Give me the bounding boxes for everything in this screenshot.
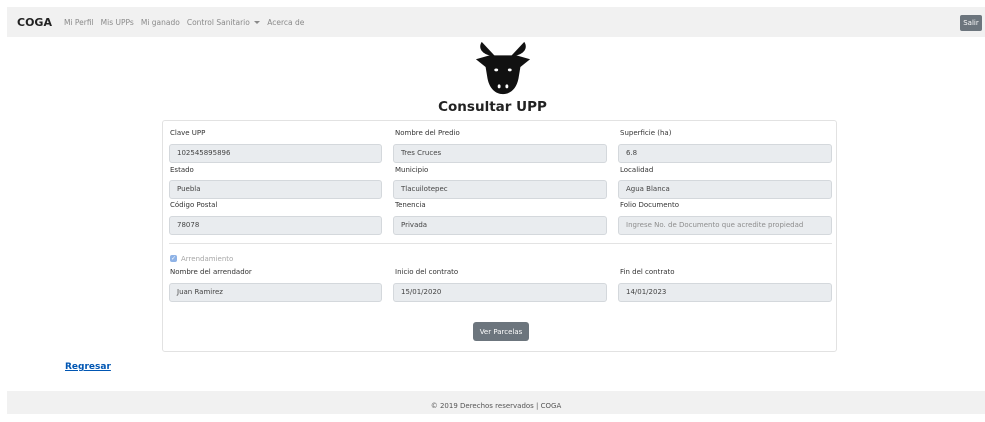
navbar: COGA Mi Perfil Mis UPPs Mi ganado Contro…: [7, 7, 985, 37]
nav-link-mi-perfil[interactable]: Mi Perfil: [64, 18, 94, 27]
codigo-postal-label: Código Postal: [170, 201, 218, 209]
tenencia-label: Tenencia: [395, 201, 426, 209]
tenencia-field[interactable]: Privada: [393, 216, 607, 235]
footer-text: © 2019 Derechos reservados | COGA: [430, 402, 562, 410]
arrendador-field[interactable]: Juan Ramirez: [169, 283, 382, 302]
clave-upp-field[interactable]: 102545895896: [169, 144, 382, 163]
back-link[interactable]: Regresar: [65, 362, 111, 372]
localidad-label: Localidad: [620, 166, 654, 174]
ver-parcelas-button[interactable]: Ver Parcelas: [473, 322, 529, 341]
bull-head-icon: [475, 41, 531, 95]
inicio-contrato-label: Inicio del contrato: [395, 268, 459, 276]
inicio-contrato-field[interactable]: 15/01/2020: [393, 283, 607, 302]
municipio-label: Municipio: [395, 166, 429, 174]
folio-documento-label: Folio Documento: [620, 201, 680, 209]
nav-dropdown-label: Control Sanitario: [186, 17, 250, 27]
localidad-field[interactable]: Agua Blanca: [618, 180, 832, 199]
caret-down-icon: [254, 21, 261, 24]
clave-upp-label: Clave UPP: [170, 129, 206, 137]
nav-link-acerca-de[interactable]: Acerca de: [267, 18, 304, 27]
nombre-predio-field[interactable]: Tres Cruces: [393, 144, 607, 163]
nombre-predio-label: Nombre del Predio: [395, 129, 460, 137]
checkmark-icon: ✓: [170, 255, 177, 262]
arrendamiento-checkbox[interactable]: ✓: [170, 255, 177, 262]
superficie-field[interactable]: 6.8: [618, 144, 832, 163]
footer: © 2019 Derechos reservados | COGA: [7, 391, 985, 414]
page-title: Consultar UPP: [438, 99, 547, 115]
nav-link-mis-upps[interactable]: Mis UPPs: [101, 18, 134, 27]
arrendamiento-label: Arrendamiento: [181, 255, 234, 263]
brand-logo-text[interactable]: COGA: [17, 16, 52, 29]
fin-contrato-label: Fin del contrato: [620, 268, 675, 276]
superficie-label: Superficie (ha): [620, 129, 672, 137]
municipio-field[interactable]: Tlacuilotepec: [393, 180, 607, 199]
fin-contrato-field[interactable]: 14/01/2023: [618, 283, 832, 302]
codigo-postal-field[interactable]: 78078: [169, 216, 382, 235]
estado-field[interactable]: Puebla: [169, 180, 382, 199]
logout-button[interactable]: Salir: [960, 15, 982, 31]
nav-dropdown-control-sanitario[interactable]: Control Sanitario: [186, 17, 261, 27]
section-divider: [169, 243, 832, 244]
arrendador-label: Nombre del arrendador: [170, 268, 252, 276]
nav-link-mi-ganado[interactable]: Mi ganado: [141, 18, 180, 27]
estado-label: Estado: [170, 166, 194, 174]
folio-documento-input[interactable]: Ingrese No. de Documento que acredite pr…: [618, 216, 832, 235]
